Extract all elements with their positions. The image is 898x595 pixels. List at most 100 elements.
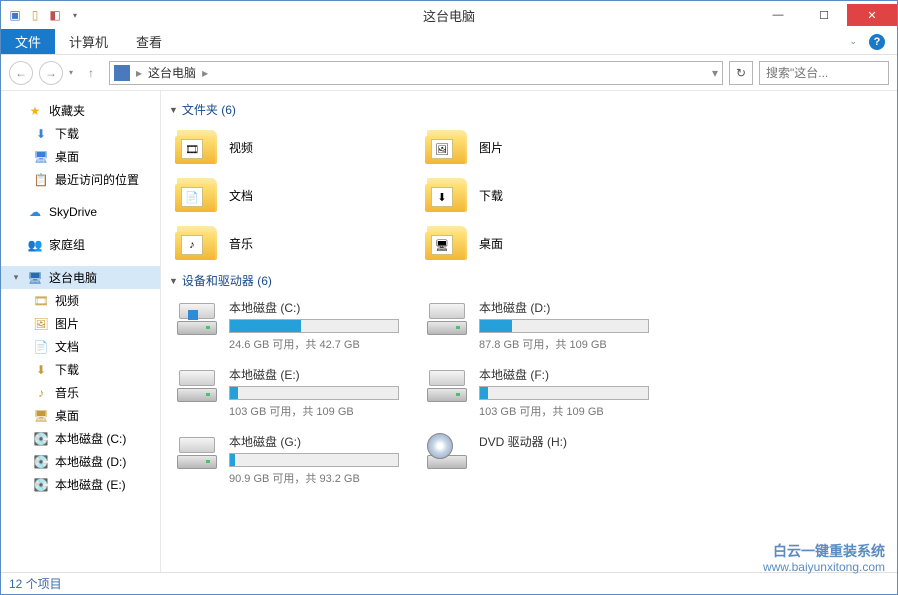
drive-usage-bar bbox=[229, 453, 399, 467]
minimize-button[interactable]: — bbox=[755, 4, 801, 26]
folder-tile[interactable]: 🖥桌面 bbox=[419, 220, 669, 266]
tab-file[interactable]: 文件 bbox=[1, 29, 55, 54]
sidebar-item[interactable]: 💽本地磁盘 (C:) bbox=[1, 427, 160, 450]
drive-icon bbox=[425, 366, 469, 404]
sidebar-item[interactable]: 💽 本地磁盘 (E:) bbox=[1, 473, 160, 496]
tab-computer[interactable]: 计算机 bbox=[55, 29, 122, 54]
drive-icon bbox=[175, 366, 219, 404]
breadcrumb[interactable]: 这台电脑 bbox=[148, 64, 196, 81]
sidebar-item[interactable]: ⬇下载 bbox=[1, 358, 160, 381]
sidebar-item[interactable]: ♪ 音乐 bbox=[1, 381, 160, 404]
sidebar-item-label: 音乐 bbox=[55, 384, 79, 401]
sidebar-item[interactable]: 💽本地磁盘 (D:) bbox=[1, 450, 160, 473]
folder-icon: 🎞 bbox=[175, 128, 219, 166]
sidebar-item-label: 本地磁盘 (E:) bbox=[55, 476, 126, 493]
folder-label: 音乐 bbox=[229, 235, 253, 252]
sidebar-item[interactable]: 🖥桌面 bbox=[1, 404, 160, 427]
item-icon: 🎞 bbox=[33, 293, 49, 309]
sidebar-item[interactable]: 🖼图片 bbox=[1, 312, 160, 335]
address-box[interactable]: ▸ 这台电脑 ▸ ▾ bbox=[109, 61, 723, 85]
section-drives-header[interactable]: ▼ 设备和驱动器 (6) bbox=[169, 272, 897, 289]
drive-tile[interactable]: DVD 驱动器 (H:) bbox=[419, 429, 669, 490]
item-icon: 📋 bbox=[33, 172, 49, 188]
nav-forward-button[interactable]: → bbox=[39, 61, 63, 85]
item-icon: 📄 bbox=[33, 339, 49, 355]
sidebar-item[interactable]: ⬇下载 bbox=[1, 122, 160, 145]
sidebar-favorites[interactable]: ★ 收藏夹 bbox=[1, 99, 160, 122]
sidebar-item-label: SkyDrive bbox=[49, 205, 97, 219]
item-icon: ⬇ bbox=[33, 362, 49, 378]
nav-history-icon[interactable]: ▾ bbox=[69, 68, 73, 77]
close-button[interactable]: ✕ bbox=[847, 4, 897, 26]
drive-usage-bar bbox=[479, 386, 649, 400]
drive-usage-bar bbox=[229, 386, 399, 400]
qat-dropdown-icon[interactable]: ▾ bbox=[67, 7, 83, 23]
item-icon: 💽 bbox=[33, 477, 49, 493]
sidebar-thispc[interactable]: ▾ 🖥 这台电脑 bbox=[1, 266, 160, 289]
folder-icon: 📄 bbox=[175, 176, 219, 214]
folder-icon: ⬇ bbox=[425, 176, 469, 214]
sidebar-homegroup[interactable]: 👥 家庭组 bbox=[1, 233, 160, 256]
star-icon: ★ bbox=[27, 103, 43, 119]
item-count: 12 个项目 bbox=[9, 575, 62, 592]
sidebar-item-label: 桌面 bbox=[55, 148, 79, 165]
qat-folder-icon[interactable]: ▯ bbox=[27, 7, 43, 23]
folder-tile[interactable]: 🎞视频 bbox=[169, 124, 419, 170]
folder-label: 下载 bbox=[479, 187, 503, 204]
sidebar-item-label: 收藏夹 bbox=[49, 102, 85, 119]
pc-icon: 🖥 bbox=[27, 270, 43, 286]
drive-tile[interactable]: 本地磁盘 (F:) 103 GB 可用，共 109 GB bbox=[419, 362, 669, 423]
drive-name: 本地磁盘 (G:) bbox=[229, 433, 413, 450]
drive-name: DVD 驱动器 (H:) bbox=[479, 433, 663, 450]
refresh-button[interactable]: ↻ bbox=[729, 61, 753, 85]
folder-tile[interactable]: ♪ 音乐 bbox=[169, 220, 419, 266]
section-folders-header[interactable]: ▼ 文件夹 (6) bbox=[169, 101, 897, 118]
drive-tile[interactable]: 本地磁盘 (C:)24.6 GB 可用，共 42.7 GB bbox=[169, 295, 419, 356]
item-icon: 🖼 bbox=[33, 316, 49, 332]
address-dropdown-icon[interactable]: ▾ bbox=[712, 66, 718, 80]
drive-tile[interactable]: 本地磁盘 (G:)90.9 GB 可用，共 93.2 GB bbox=[169, 429, 419, 490]
sidebar-item[interactable]: 🎞视频 bbox=[1, 289, 160, 312]
tab-view[interactable]: 查看 bbox=[122, 29, 176, 54]
system-menu-icon[interactable]: ▣ bbox=[7, 7, 23, 23]
pc-icon bbox=[114, 65, 130, 81]
nav-back-button[interactable]: ← bbox=[9, 61, 33, 85]
dvd-icon bbox=[425, 433, 469, 471]
item-icon: 💽 bbox=[33, 454, 49, 470]
qat-options-icon[interactable]: ◧ bbox=[47, 7, 63, 23]
sidebar-item-label: 这台电脑 bbox=[49, 269, 97, 286]
drive-name: 本地磁盘 (F:) bbox=[479, 366, 663, 383]
window-title: 这台电脑 bbox=[423, 6, 475, 25]
drive-tile[interactable]: 本地磁盘 (E:)103 GB 可用，共 109 GB bbox=[169, 362, 419, 423]
sidebar-item-label: 最近访问的位置 bbox=[55, 171, 139, 188]
folder-tile[interactable]: 📄 文档 bbox=[169, 172, 419, 218]
sidebar-item[interactable]: 🖥桌面 bbox=[1, 145, 160, 168]
sidebar-item[interactable]: 📄文档 bbox=[1, 335, 160, 358]
item-icon: ♪ bbox=[33, 385, 49, 401]
folder-label: 文档 bbox=[229, 187, 253, 204]
titlebar: ▣ ▯ ◧ ▾ 这台电脑 — ☐ ✕ bbox=[1, 1, 897, 29]
maximize-button[interactable]: ☐ bbox=[801, 4, 847, 26]
item-icon: 💽 bbox=[33, 431, 49, 447]
item-icon: 🖥 bbox=[33, 408, 49, 424]
drive-name: 本地磁盘 (E:) bbox=[229, 366, 413, 383]
folder-label: 桌面 bbox=[479, 235, 503, 252]
breadcrumb-sep: ▸ bbox=[136, 66, 142, 80]
help-icon[interactable]: ? bbox=[869, 34, 885, 50]
address-bar: ← → ▾ ↑ ▸ 这台电脑 ▸ ▾ ↻ 🔍 bbox=[1, 55, 897, 91]
ribbon-expand-icon[interactable]: ⌄ bbox=[849, 36, 857, 47]
sidebar-skydrive[interactable]: ☁ SkyDrive bbox=[1, 201, 160, 223]
folder-tile[interactable]: 🖼图片 bbox=[419, 124, 669, 170]
nav-up-button[interactable]: ↑ bbox=[79, 61, 103, 85]
chevron-down-icon[interactable]: ▾ bbox=[11, 272, 21, 283]
search-input[interactable] bbox=[766, 66, 898, 80]
cloud-icon: ☁ bbox=[27, 204, 43, 220]
drive-tile[interactable]: 本地磁盘 (D:)87.8 GB 可用，共 109 GB bbox=[419, 295, 669, 356]
folder-tile[interactable]: ⬇ 下载 bbox=[419, 172, 669, 218]
sidebar-item[interactable]: 📋 最近访问的位置 bbox=[1, 168, 160, 191]
drive-free-text: 103 GB 可用，共 109 GB bbox=[479, 403, 663, 419]
search-box[interactable]: 🔍 bbox=[759, 61, 889, 85]
group-icon: 👥 bbox=[27, 237, 43, 253]
drive-free-text: 24.6 GB 可用，共 42.7 GB bbox=[229, 336, 413, 352]
folder-icon: ♪ bbox=[175, 224, 219, 262]
